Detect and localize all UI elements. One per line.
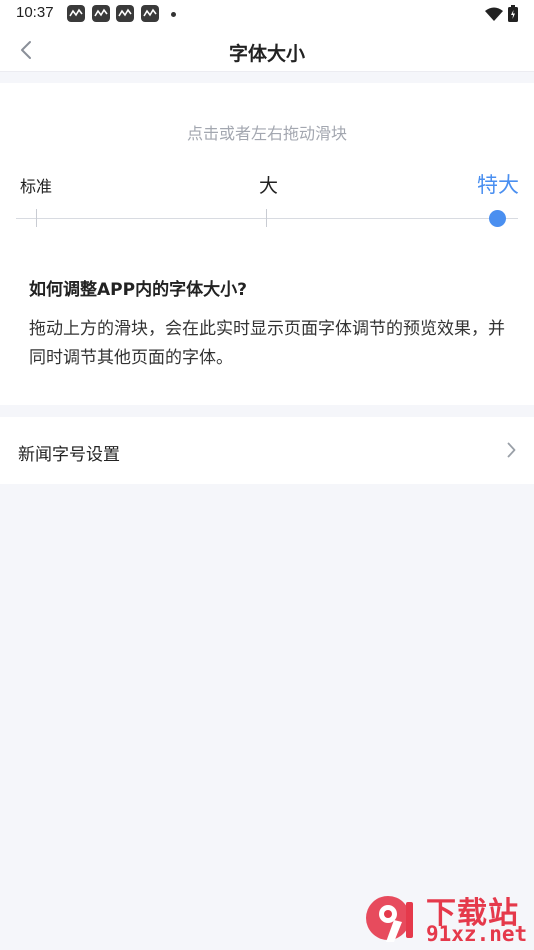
size-option-large[interactable]: 大 (259, 171, 278, 198)
status-time: 10:37 (16, 4, 54, 21)
watermark-badge-icon (366, 896, 413, 942)
news-font-size-label: 新闻字号设置 (18, 445, 120, 465)
app-notification-icon (92, 5, 110, 22)
watermark-text-bottom: 91xz.net (426, 922, 528, 946)
page-title: 字体大小 (228, 43, 305, 65)
slider-track[interactable] (16, 218, 518, 219)
slider-tick (36, 209, 37, 227)
font-size-slider-card: 点击或者左右拖动滑块 标准 大 特大 如何调整APP内的字体大小? 拖动上方的滑… (0, 83, 534, 405)
size-option-standard[interactable]: 标准 (20, 173, 52, 197)
chevron-right-icon (507, 442, 516, 462)
nav-bar: 字体大小 (0, 28, 534, 72)
watermark-logo: 下载站 91xz.net (364, 888, 534, 950)
slider-hint: 点击或者左右拖动滑块 (186, 124, 347, 143)
status-bar: 10:37 (0, 0, 534, 28)
faq-title: 如何调整APP内的字体大小? (29, 280, 247, 300)
more-notifications-dot-icon (171, 12, 176, 17)
size-option-extra-large[interactable]: 特大 (477, 169, 519, 199)
battery-icon (508, 5, 518, 26)
app-notification-icon (67, 5, 85, 22)
slider-tick (266, 209, 267, 227)
app-notification-icon (141, 5, 159, 22)
news-font-size-setting-row[interactable]: 新闻字号设置 (0, 417, 534, 484)
slider-thumb[interactable] (489, 210, 506, 227)
app-notification-icon (116, 5, 134, 22)
faq-body: 拖动上方的滑块，会在此实时显示页面字体调节的预览效果，并同时调节其他页面的字体。 (29, 319, 505, 368)
wifi-icon (485, 6, 503, 25)
